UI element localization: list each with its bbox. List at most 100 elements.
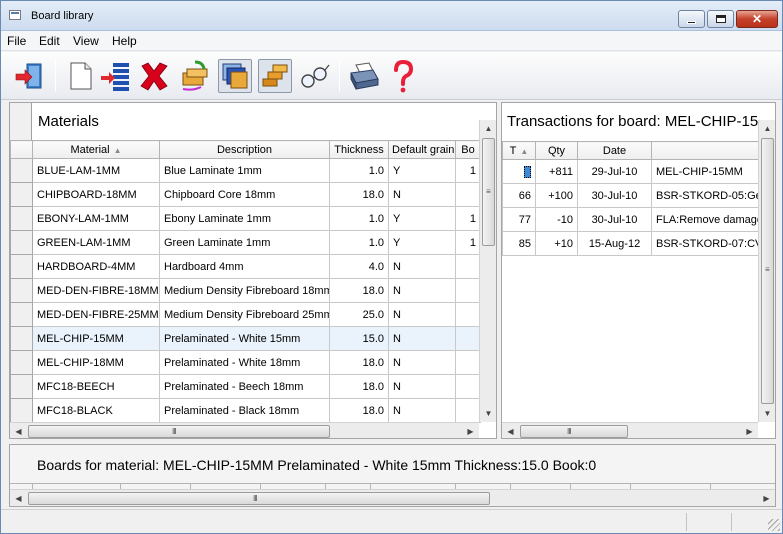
cell-material[interactable]: CHIPBOARD-18MM [32,182,160,207]
menu-help[interactable]: Help [112,34,137,48]
cell-book[interactable] [455,254,481,279]
cell-qty[interactable]: -10 [535,207,578,232]
materials-row[interactable]: CHIPBOARD-18MM Chipboard Core 18mm 18.0 N [10,182,481,207]
cell-qty[interactable]: +100 [535,183,578,208]
menu-file[interactable]: File [7,34,26,48]
view-button[interactable] [297,59,331,93]
cell-description[interactable]: Medium Density Fibreboard 18mm [159,278,330,303]
exit-button[interactable] [13,59,47,93]
transactions-vscroll-thumb[interactable]: ≡ [761,138,774,404]
cell-date[interactable]: 30-Jul-10 [577,183,652,208]
cell-date[interactable]: 30-Jul-10 [577,207,652,232]
column-header-default-grain[interactable]: Default grain [388,140,456,159]
materials-row[interactable]: GREEN-LAM-1MM Green Laminate 1mm 1.0 Y 1 [10,230,481,255]
cell-date[interactable]: 29-Jul-10 [577,159,652,184]
cell-description[interactable]: Medium Density Fibreboard 25mm [159,302,330,327]
boards-hscroll-thumb[interactable]: III [28,492,490,505]
cell-material[interactable]: EBONY-LAM-1MM [32,206,160,231]
cell-description[interactable]: Chipboard Core 18mm [159,182,330,207]
scroll-right-arrow-icon[interactable]: ▶ [462,423,479,438]
transaction-row[interactable]: +811 29-Jul-10 MEL-CHIP-15MM [502,159,759,184]
cell-book[interactable] [455,278,481,303]
column-header-date[interactable]: Date [577,141,652,160]
menu-view[interactable]: View [73,34,99,48]
column-header-type[interactable]: T ▲ [502,141,536,160]
cell-material[interactable]: HARDBOARD-4MM [32,254,160,279]
row-selector[interactable] [10,230,33,255]
menu-edit[interactable]: Edit [39,34,60,48]
print-button[interactable] [347,59,381,93]
cell-default-grain[interactable]: Y [388,230,456,255]
row-selector[interactable] [10,158,33,183]
new-document-button[interactable] [63,59,97,93]
cell-default-grain[interactable]: N [388,374,456,399]
resize-grip-icon[interactable] [768,519,780,531]
materials-hscroll-thumb[interactable]: III [28,425,330,438]
cell-description[interactable]: Green Laminate 1mm [159,230,330,255]
row-selector[interactable] [10,326,33,351]
boards-horizontal-scrollbar[interactable]: ◀ III ▶ [10,489,775,506]
cell-description[interactable]: Prelaminated - White 18mm [159,350,330,375]
cell-date[interactable]: 15-Aug-12 [577,231,652,256]
row-selector[interactable] [10,398,33,423]
cell-material[interactable]: MEL-CHIP-18MM [32,350,160,375]
cell-thickness[interactable]: 15.0 [329,326,389,351]
transactions-hscroll-thumb[interactable]: III [520,425,628,438]
cell-default-grain[interactable]: N [388,182,456,207]
scroll-down-arrow-icon[interactable]: ▼ [480,405,496,422]
cell-default-grain[interactable]: Y [388,158,456,183]
scroll-right-arrow-icon[interactable]: ▶ [741,423,758,438]
cell-type[interactable]: 66 [502,183,536,208]
cell-default-grain[interactable]: N [388,278,456,303]
cell-material[interactable]: MED-DEN-FIBRE-25MM [32,302,160,327]
materials-row[interactable]: MEL-CHIP-18MM Prelaminated - White 18mm 18… [10,350,481,375]
cell-book[interactable] [455,302,481,327]
row-selector[interactable] [10,182,33,207]
transaction-row[interactable]: 77 -10 30-Jul-10 FLA:Remove damage [502,207,759,232]
transaction-row[interactable]: 66 +100 30-Jul-10 BSR-STKORD-05:Ge [502,183,759,208]
scroll-left-arrow-icon[interactable]: ◀ [502,423,519,438]
column-header-description[interactable]: Description [159,140,330,159]
materials-vertical-scrollbar[interactable]: ▲ ≡ ▼ [479,120,496,422]
scroll-left-arrow-icon[interactable]: ◀ [10,423,27,438]
cell-book[interactable]: 1 [455,158,481,183]
cell-thickness[interactable]: 18.0 [329,182,389,207]
cell-description[interactable]: Hardboard 4mm [159,254,330,279]
cell-thickness[interactable]: 18.0 [329,350,389,375]
cell-book[interactable] [455,350,481,375]
cell-default-grain[interactable]: N [388,398,456,423]
transactions-vertical-scrollbar[interactable]: ▲ ≡ ▼ [758,120,775,422]
board-transactions-button[interactable] [258,59,292,93]
materials-row[interactable]: MFC18-BLACK Prelaminated - Black 18mm 18.0… [10,398,481,423]
cell-default-grain[interactable]: N [388,254,456,279]
materials-row[interactable]: MFC18-BEECH Prelaminated - Beech 18mm 18.0… [10,374,481,399]
scroll-left-arrow-icon[interactable]: ◀ [10,490,27,506]
cell-material[interactable]: GREEN-LAM-1MM [32,230,160,255]
scroll-up-arrow-icon[interactable]: ▲ [759,120,775,137]
materials-row[interactable]: HARDBOARD-4MM Hardboard 4mm 4.0 N [10,254,481,279]
cell-thickness[interactable]: 18.0 [329,374,389,399]
cell-book[interactable] [455,326,481,351]
column-header-material[interactable]: Material ▲ [32,140,160,159]
materials-vscroll-thumb[interactable]: ≡ [482,138,495,246]
cell-thickness[interactable]: 18.0 [329,278,389,303]
materials-row[interactable]: MEL-CHIP-15MM Prelaminated - White 15mm 15… [10,326,481,351]
scroll-down-arrow-icon[interactable]: ▼ [759,405,775,422]
cell-description[interactable]: Blue Laminate 1mm [159,158,330,183]
transactions-horizontal-scrollbar[interactable]: ◀ III ▶ [502,422,758,438]
column-header-book[interactable]: Bo [455,140,481,159]
delete-button[interactable] [137,59,171,93]
cell-default-grain[interactable]: N [388,302,456,327]
cell-description[interactable]: Prelaminated - White 15mm [159,326,330,351]
cell-reference[interactable]: BSR-STKORD-07:CV [651,231,759,256]
cell-description[interactable]: Ebony Laminate 1mm [159,206,330,231]
cell-default-grain[interactable]: N [388,350,456,375]
row-selector[interactable] [10,278,33,303]
column-header-thickness[interactable]: Thickness [329,140,389,159]
insert-board-button[interactable] [99,59,133,93]
cell-cursor[interactable] [524,165,531,178]
cell-book[interactable]: 1 [455,230,481,255]
column-header-reference[interactable] [651,141,759,160]
cell-thickness[interactable]: 1.0 [329,206,389,231]
cell-default-grain[interactable]: N [388,326,456,351]
